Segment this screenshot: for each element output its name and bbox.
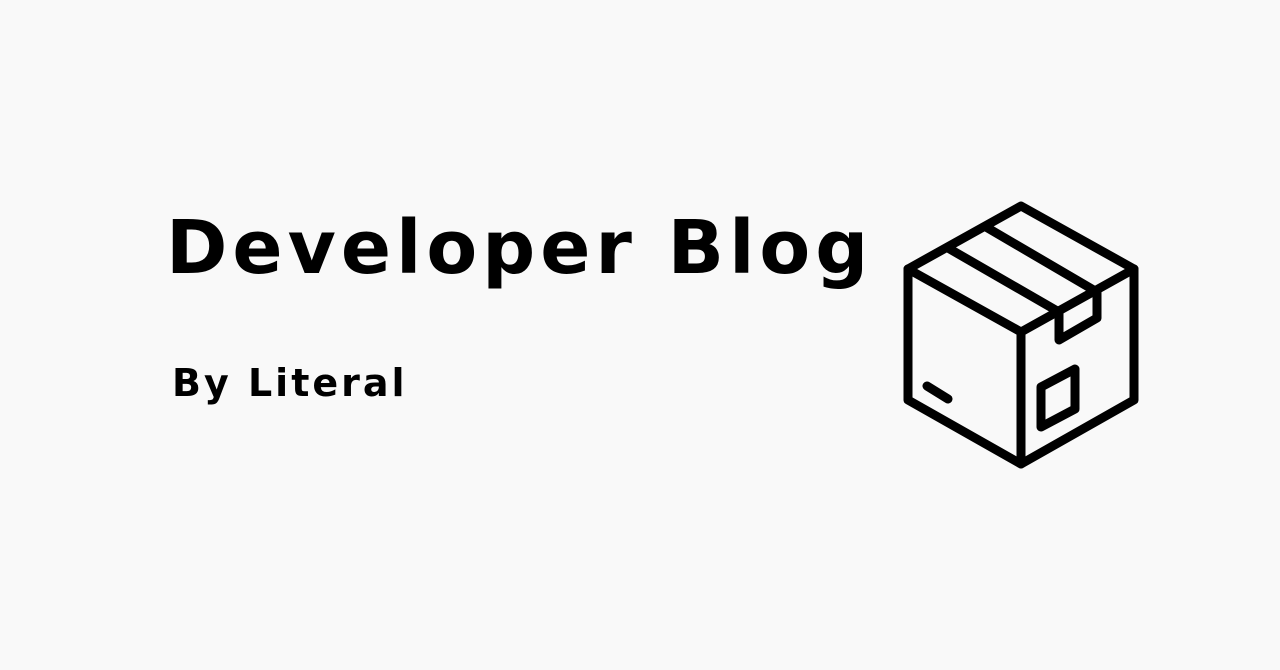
- blog-title: Developer Blog: [166, 205, 874, 291]
- cardboard-box-icon: [900, 198, 1144, 472]
- byline: By Literal: [172, 361, 408, 405]
